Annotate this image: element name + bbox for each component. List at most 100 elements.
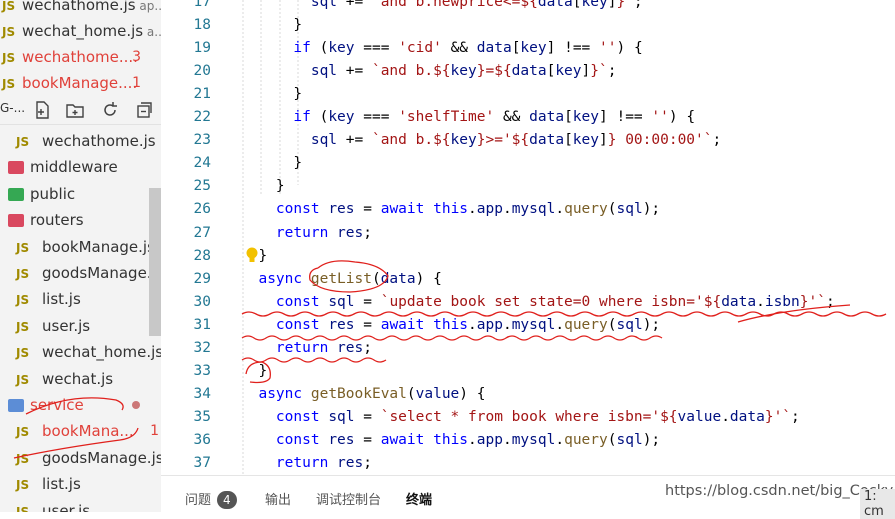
code-line[interactable]: } — [241, 86, 302, 102]
tab-output[interactable]: 输出 — [265, 489, 291, 508]
open-editor-item[interactable]: JS wechathome.js ap... — [0, 0, 161, 18]
code-editor[interactable]: 17 sql += `and b.newprice<=${data[key]}`… — [161, 0, 895, 475]
code-line[interactable]: return res; — [241, 455, 372, 471]
line-number: 26 — [193, 201, 211, 218]
tree-item-label: list.js — [42, 475, 81, 494]
code-line[interactable]: const sql = `update book set state=0 whe… — [241, 294, 835, 310]
line-number: 19 — [193, 40, 211, 57]
tree-item-label: wechathome.js — [42, 132, 156, 150]
tree-item-label: user.js — [42, 316, 91, 335]
tree-item-label: public — [30, 184, 76, 203]
tab-debug-console[interactable]: 调试控制台 — [316, 489, 381, 508]
js-file-icon: JS — [16, 504, 30, 512]
js-file-icon: JS — [16, 293, 30, 308]
tree-item[interactable]: JS user.js — [0, 313, 161, 339]
tree-item[interactable]: routers — [0, 207, 161, 233]
collapse-all-icon[interactable] — [134, 100, 154, 120]
js-file-icon: JS — [16, 135, 30, 149]
tree-item[interactable]: public — [0, 181, 161, 207]
code-line[interactable]: return res; — [241, 340, 372, 356]
code-line[interactable]: sql += `and b.newprice<=${data[key]}`; — [241, 0, 643, 10]
code-line[interactable]: if (key === 'shelfTime' && data[key] !==… — [241, 109, 695, 125]
code-line[interactable]: const res = await this.app.mysql.query(s… — [241, 432, 660, 448]
modified-dot — [132, 401, 140, 409]
refresh-icon[interactable] — [100, 100, 120, 120]
line-number: 37 — [193, 455, 211, 471]
open-editor-item[interactable]: JS wechat_home.js a... — [0, 18, 161, 44]
js-file-icon: JS — [16, 240, 30, 255]
tree-item[interactable]: JS goodsManage.js — [0, 260, 161, 286]
line-number: 29 — [193, 270, 211, 287]
js-file-icon: JS — [16, 478, 30, 493]
tree-item[interactable]: JS list.js — [0, 471, 161, 497]
code-line[interactable]: const res = await this.app.mysql.query(s… — [241, 201, 660, 217]
problems-count-badge: 4 — [217, 491, 237, 509]
line-number: 35 — [193, 408, 211, 425]
line-number: 21 — [193, 86, 211, 103]
open-editor-label: wechathome.... — [22, 48, 138, 66]
tree-item[interactable]: JS goodsManage.js — [0, 445, 161, 471]
tree-item-label: wechat_home.js — [42, 343, 161, 362]
js-file-icon: JS — [2, 51, 16, 65]
error-count-badge: 3 — [132, 49, 141, 65]
explorer-title: G-... — [0, 101, 26, 115]
folder-icon — [8, 214, 24, 228]
js-file-icon: JS — [2, 0, 16, 13]
code-line[interactable]: const res = await this.app.mysql.query(s… — [241, 317, 660, 333]
code-line[interactable]: return res; — [241, 225, 372, 241]
folder-icon — [8, 399, 24, 412]
line-number: 28 — [193, 247, 211, 264]
tab-terminal[interactable]: 终端 — [406, 489, 432, 508]
tree-item-label: list.js — [42, 290, 81, 309]
terminal-select[interactable]: 1: cm — [860, 489, 895, 519]
open-editor-item[interactable]: JS bookManage.... 1 — [0, 70, 161, 96]
open-editor-path: a... — [146, 25, 161, 39]
code-line[interactable]: if (key === 'cid' && data[key] !== '') { — [241, 40, 642, 56]
tree-item[interactable]: JS wechat.js — [0, 366, 161, 392]
tree-item-label: user.js — [42, 501, 91, 512]
watermark: https://blog.csdn.net/big_Cocky — [665, 483, 894, 499]
code-line[interactable]: sql += `and b.${key}>='${data[key]} 00:0… — [241, 132, 721, 148]
code-line[interactable]: async getList(data) { — [241, 271, 441, 287]
js-file-icon: JS — [16, 451, 30, 466]
folder-icon — [8, 161, 24, 175]
tree-item[interactable]: JS wechat_home.js — [0, 339, 161, 365]
tree-item-label: goodsManage.js — [42, 448, 161, 467]
error-count-badge: 1 — [150, 423, 159, 440]
tab-problems[interactable]: 问题 4 — [185, 489, 237, 509]
tree-item-label: routers — [30, 211, 84, 230]
code-line[interactable]: } — [241, 178, 285, 194]
line-number: 33 — [193, 362, 211, 379]
new-file-icon[interactable] — [32, 100, 52, 120]
js-file-icon: JS — [16, 267, 30, 281]
code-line[interactable]: sql += `and b.${key}=${data[key]}`; — [241, 63, 617, 79]
open-editor-path: ap... — [139, 0, 161, 13]
error-count-badge: 1 — [132, 75, 141, 91]
tree-item[interactable]: JS user.js — [0, 498, 161, 512]
js-file-icon: JS — [2, 25, 16, 39]
open-editor-item[interactable]: JS wechathome.... 3 — [0, 44, 161, 70]
line-number: 23 — [193, 132, 211, 149]
new-folder-icon[interactable] — [65, 100, 85, 120]
code-line[interactable]: async getBookEval(value) { — [241, 386, 485, 402]
lightbulb-icon[interactable] — [245, 246, 259, 264]
tree-item[interactable]: JS list.js — [0, 286, 161, 312]
line-number: 34 — [193, 385, 211, 402]
tree-item[interactable]: JS bookMana... 1 — [0, 418, 161, 444]
code-line[interactable]: } — [241, 363, 267, 379]
js-file-icon: JS — [16, 346, 30, 361]
open-editor-label: wechathome.js — [22, 0, 136, 14]
open-editor-label: bookManage.... — [22, 74, 138, 92]
line-number: 27 — [193, 224, 211, 241]
tree-item[interactable]: middleware — [0, 154, 161, 180]
sidebar-scrollbar[interactable] — [149, 188, 161, 336]
line-number: 22 — [193, 109, 211, 126]
js-file-icon: JS — [2, 77, 16, 91]
code-line[interactable]: } — [241, 17, 302, 33]
line-number: 20 — [193, 63, 211, 80]
tree-item[interactable]: JS wechathome.js — [0, 128, 161, 154]
tree-item[interactable]: service — [0, 392, 161, 418]
tree-item[interactable]: JS bookManage.js — [0, 234, 161, 260]
code-line[interactable]: } — [241, 155, 302, 171]
code-line[interactable]: const sql = `select * from book where is… — [241, 409, 800, 425]
